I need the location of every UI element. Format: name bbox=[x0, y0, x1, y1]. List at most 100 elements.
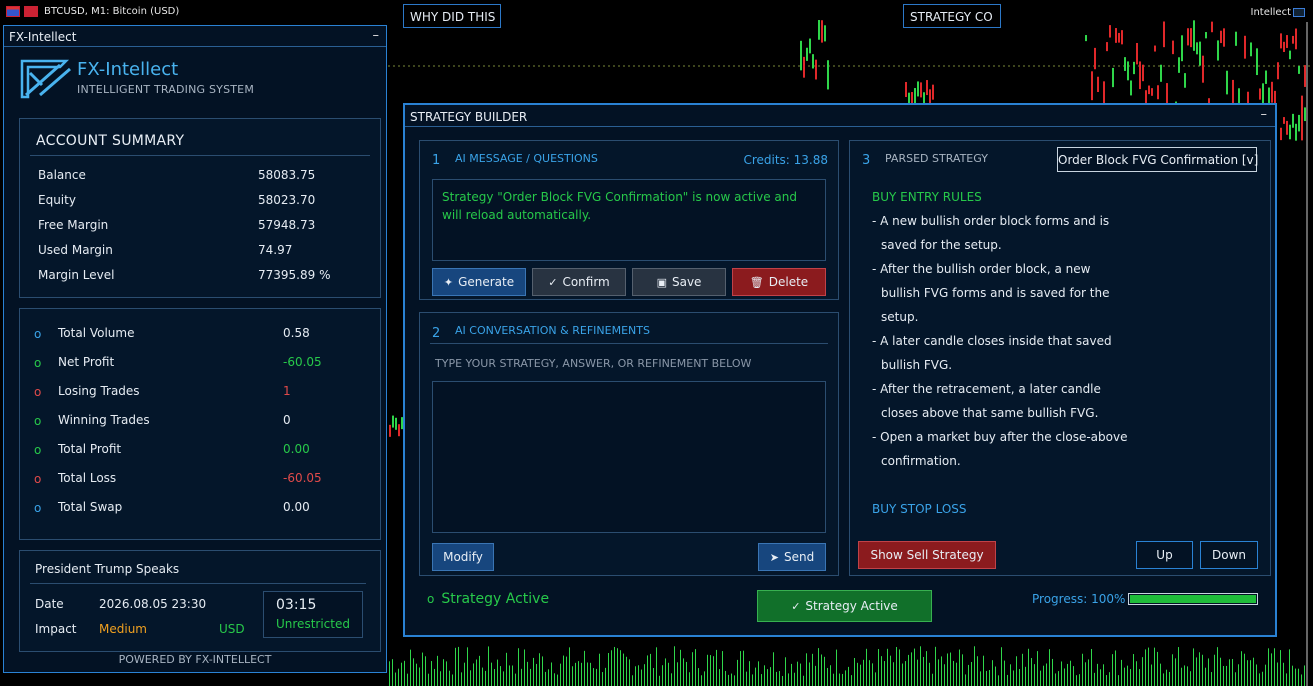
candle bbox=[1235, 31, 1237, 46]
strategy-select[interactable]: Order Block FVG Confirmation [v] bbox=[1057, 147, 1258, 172]
candle bbox=[1121, 30, 1123, 45]
minimize-icon[interactable]: – bbox=[373, 28, 380, 43]
volume-bar bbox=[689, 672, 690, 686]
buy-entry-heading: BUY ENTRY RULES bbox=[872, 190, 982, 204]
volume-bar bbox=[845, 670, 846, 686]
volume-bar bbox=[908, 654, 909, 686]
status-dot: o bbox=[34, 327, 42, 341]
volume-bar bbox=[857, 662, 858, 686]
confirm-label: Confirm bbox=[562, 275, 610, 289]
scroll-down-button[interactable]: Down bbox=[1200, 541, 1258, 569]
volume-bar bbox=[641, 669, 642, 686]
volume-bar bbox=[779, 671, 780, 686]
chart-window-icon[interactable] bbox=[6, 5, 20, 17]
volume-bar bbox=[806, 653, 807, 686]
volume-bar bbox=[497, 659, 498, 686]
volume-bar bbox=[419, 667, 420, 686]
volume-bar bbox=[1271, 653, 1272, 686]
stat-label: Total Volume bbox=[58, 326, 135, 340]
delete-label: Delete bbox=[768, 275, 809, 289]
chart-restore-icon[interactable] bbox=[24, 5, 38, 17]
show-sell-strategy-button[interactable]: Show Sell Strategy bbox=[858, 541, 996, 569]
volume-bar bbox=[950, 652, 951, 686]
volume-bar bbox=[986, 670, 987, 686]
stat-value: -60.05 bbox=[283, 471, 322, 485]
volume-bar bbox=[1232, 658, 1233, 686]
volume-bar bbox=[1121, 659, 1122, 686]
volume-bar bbox=[797, 661, 798, 686]
volume-bar bbox=[1034, 664, 1035, 686]
save-button[interactable]: ▣ Save bbox=[632, 268, 726, 296]
candle bbox=[914, 88, 916, 104]
candle bbox=[1142, 64, 1144, 82]
strategy-co-button[interactable]: STRATEGY CO bbox=[903, 4, 1001, 28]
candle bbox=[1151, 88, 1153, 96]
scroll-up-button[interactable]: Up bbox=[1136, 541, 1193, 569]
send-button[interactable]: ➤ Send bbox=[758, 543, 826, 571]
account-row: Free Margin 57948.73 bbox=[38, 218, 338, 232]
divider bbox=[430, 343, 828, 344]
volume-bar bbox=[629, 659, 630, 686]
volume-bar bbox=[1136, 661, 1137, 686]
status-dot: o bbox=[34, 356, 42, 370]
account-value: 74.97 bbox=[258, 243, 293, 257]
account-value: 58023.70 bbox=[258, 193, 316, 207]
candle bbox=[1184, 73, 1186, 88]
candle bbox=[1106, 42, 1108, 52]
volume-bar bbox=[491, 662, 492, 686]
why-did-this-button[interactable]: WHY DID THIS bbox=[403, 4, 501, 28]
volume-bar bbox=[1187, 666, 1188, 686]
volume-bar bbox=[656, 647, 657, 686]
candle bbox=[1298, 114, 1300, 132]
volume-bar bbox=[1181, 667, 1182, 686]
progress-label: Progress: 100% bbox=[1032, 592, 1126, 606]
volume-bar bbox=[422, 652, 423, 686]
delete-button[interactable]: 🗑 Delete bbox=[732, 268, 826, 296]
volume-bar bbox=[1007, 674, 1008, 686]
volume-bar bbox=[551, 662, 552, 686]
volume-bar bbox=[542, 656, 543, 686]
volume-bar bbox=[932, 673, 933, 686]
volume-bar bbox=[800, 663, 801, 686]
volume-bar bbox=[998, 675, 999, 686]
volume-bar bbox=[1166, 669, 1167, 686]
modify-button[interactable]: Modify bbox=[432, 543, 494, 571]
volume-bar bbox=[1205, 667, 1206, 686]
candle bbox=[932, 84, 934, 100]
volume-bar bbox=[1139, 669, 1140, 686]
volume-bar bbox=[770, 667, 771, 686]
volume-bar bbox=[1085, 662, 1086, 686]
volume-bar bbox=[1274, 648, 1275, 686]
volume-bar bbox=[437, 655, 438, 686]
volume-bar bbox=[755, 667, 756, 686]
candle bbox=[1178, 57, 1180, 73]
candle bbox=[1289, 50, 1291, 60]
volume-bar bbox=[638, 665, 639, 686]
volume-bar bbox=[1067, 663, 1068, 686]
strategy-active-button[interactable]: ✓ Strategy Active bbox=[757, 590, 932, 622]
candle bbox=[1124, 57, 1126, 71]
volume-bar bbox=[914, 648, 915, 686]
account-value: 77395.89 % bbox=[258, 268, 331, 282]
volume-bar bbox=[1079, 674, 1080, 686]
generate-button[interactable]: ✦ Generate bbox=[432, 268, 526, 296]
minimize-icon[interactable]: – bbox=[1261, 107, 1268, 122]
volume-bar bbox=[1091, 648, 1092, 686]
volume-bar bbox=[929, 662, 930, 686]
volume-bar bbox=[1193, 648, 1194, 686]
section-number: 2 bbox=[432, 326, 441, 341]
expert-badge: Intellect bbox=[1250, 7, 1292, 18]
refinement-input[interactable] bbox=[432, 381, 826, 533]
volume-bar bbox=[587, 662, 588, 686]
volume-bar bbox=[905, 661, 906, 686]
stat-value: -60.05 bbox=[283, 355, 322, 369]
volume-bar bbox=[944, 664, 945, 686]
candle bbox=[821, 20, 823, 43]
volume-bar bbox=[1289, 649, 1290, 686]
candle bbox=[1112, 67, 1114, 88]
volume-bar bbox=[458, 646, 459, 686]
candle bbox=[1181, 35, 1183, 62]
status-dot: o bbox=[427, 592, 435, 606]
confirm-button[interactable]: ✓ Confirm bbox=[532, 268, 626, 296]
expert-hat-icon[interactable] bbox=[1293, 8, 1305, 17]
